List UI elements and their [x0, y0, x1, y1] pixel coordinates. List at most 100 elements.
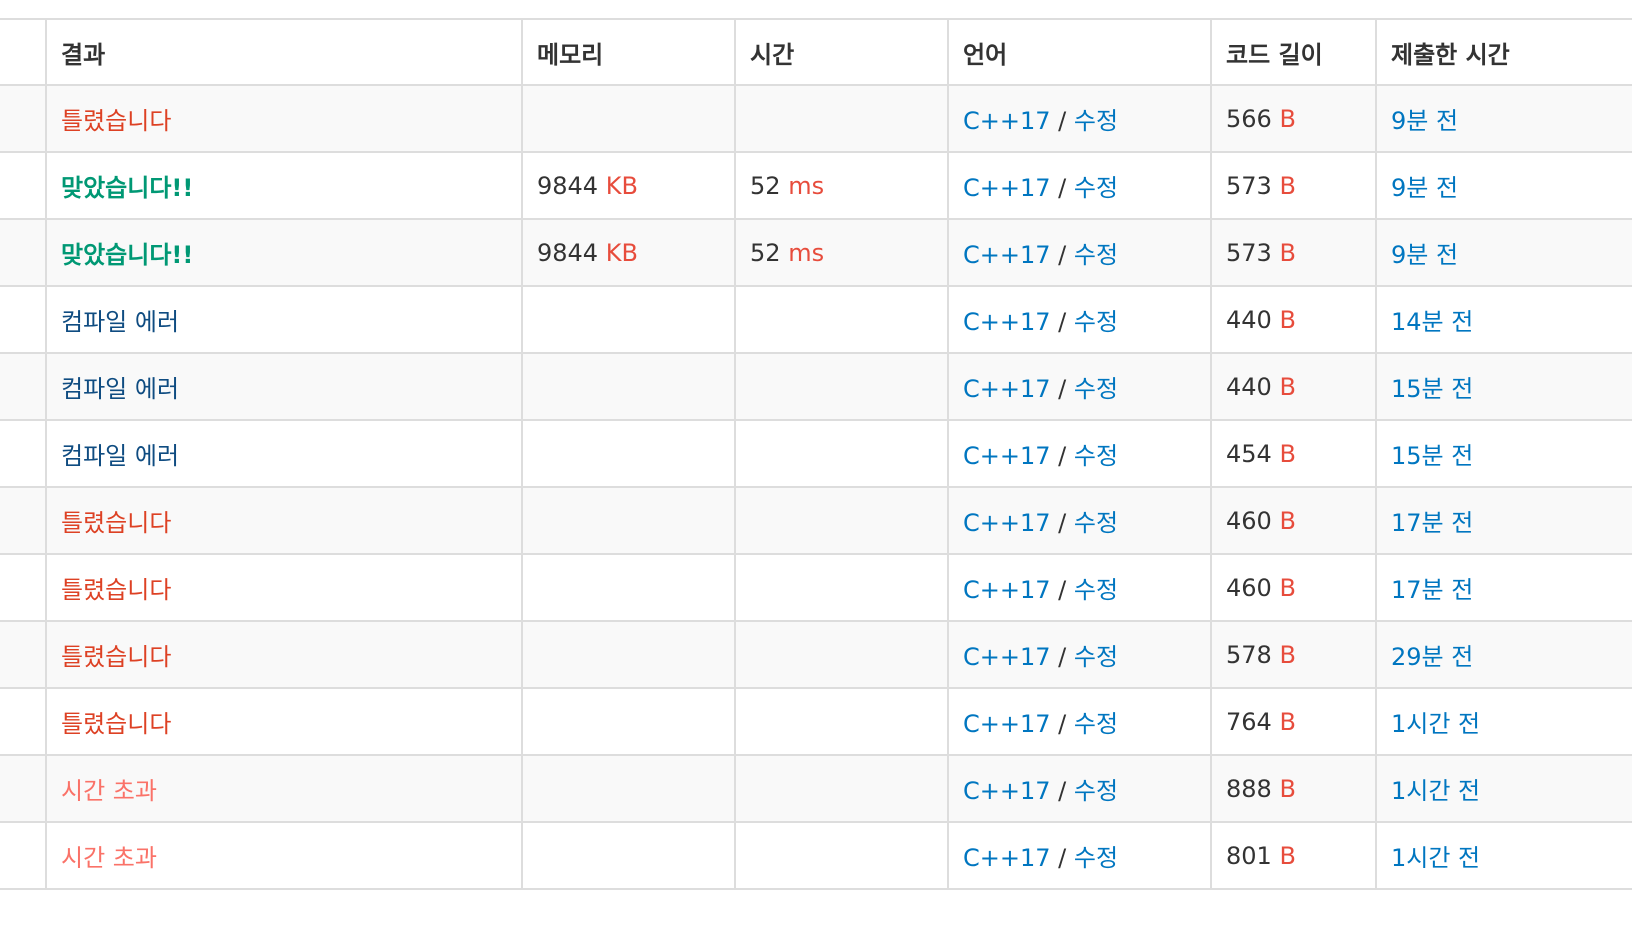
header-result: 결과: [45, 18, 522, 86]
result-status: 틀렸습니다: [61, 509, 172, 537]
submitted-time-link[interactable]: 15분 전: [1391, 442, 1473, 470]
edit-link[interactable]: 수정: [1074, 643, 1118, 671]
language-link[interactable]: C++17: [963, 442, 1051, 470]
result-status: 컴파일 에러: [61, 308, 180, 336]
memory-cell: [521, 620, 735, 689]
table-row: 컴파일 에러 C++17 / 수정 454 B 15분 전: [0, 419, 1632, 488]
memory-cell: [521, 285, 735, 354]
memory-value: 9844: [537, 171, 599, 200]
time-cell: [734, 687, 948, 756]
memory-value: 9844: [537, 238, 599, 267]
language-link[interactable]: C++17: [963, 174, 1051, 202]
edit-link[interactable]: 수정: [1074, 241, 1118, 269]
header-id: [0, 18, 46, 86]
result-status: 컴파일 에러: [61, 375, 180, 403]
language-link[interactable]: C++17: [963, 844, 1051, 872]
submitted-time-link[interactable]: 15분 전: [1391, 375, 1473, 403]
language-link[interactable]: C++17: [963, 710, 1051, 738]
header-time: 시간: [734, 18, 948, 86]
language-separator: /: [1050, 576, 1074, 604]
edit-link[interactable]: 수정: [1074, 710, 1118, 738]
language-link[interactable]: C++17: [963, 308, 1051, 336]
code-length-cell: 440 B: [1210, 285, 1376, 354]
submitted-time-cell: 9분 전: [1375, 218, 1632, 287]
time-value: 52: [750, 171, 781, 200]
result-cell: 시간 초과: [45, 821, 522, 890]
submitted-time-link[interactable]: 1시간 전: [1391, 777, 1480, 805]
submission-id-cell: [0, 84, 46, 153]
language-link[interactable]: C++17: [963, 509, 1051, 537]
code-length-value: 573: [1226, 171, 1272, 200]
code-length-value: 460: [1226, 573, 1272, 602]
submitted-time-cell: 1시간 전: [1375, 754, 1632, 823]
edit-link[interactable]: 수정: [1074, 442, 1118, 470]
language-separator: /: [1050, 308, 1074, 336]
language-link[interactable]: C++17: [963, 107, 1051, 135]
language-link[interactable]: C++17: [963, 375, 1051, 403]
language-link[interactable]: C++17: [963, 777, 1051, 805]
code-length-value: 440: [1226, 372, 1272, 401]
code-length-unit: B: [1279, 506, 1296, 535]
code-length-value: 566: [1226, 104, 1272, 133]
submitted-time-link[interactable]: 9분 전: [1391, 174, 1458, 202]
submitted-time-link[interactable]: 29분 전: [1391, 643, 1473, 671]
language-separator: /: [1050, 375, 1074, 403]
code-length-cell: 454 B: [1210, 419, 1376, 488]
memory-unit: KB: [605, 171, 638, 200]
time-cell: [734, 285, 948, 354]
language-cell: C++17 / 수정: [947, 754, 1211, 823]
submission-id-cell: [0, 285, 46, 354]
code-length-unit: B: [1279, 372, 1296, 401]
code-length-cell: 460 B: [1210, 553, 1376, 622]
language-link[interactable]: C++17: [963, 643, 1051, 671]
memory-cell: [521, 821, 735, 890]
time-cell: [734, 352, 948, 421]
submission-id-cell: [0, 687, 46, 756]
edit-link[interactable]: 수정: [1074, 375, 1118, 403]
memory-cell: [521, 84, 735, 153]
result-status: 틀렸습니다: [61, 576, 172, 604]
time-cell: [734, 754, 948, 823]
edit-link[interactable]: 수정: [1074, 174, 1118, 202]
memory-cell: 9844 KB: [521, 151, 735, 220]
edit-link[interactable]: 수정: [1074, 107, 1118, 135]
submitted-time-link[interactable]: 9분 전: [1391, 241, 1458, 269]
edit-link[interactable]: 수정: [1074, 844, 1118, 872]
language-separator: /: [1050, 241, 1074, 269]
submitted-time-link[interactable]: 14분 전: [1391, 308, 1473, 336]
edit-link[interactable]: 수정: [1074, 509, 1118, 537]
edit-link[interactable]: 수정: [1074, 777, 1118, 805]
result-status: 컴파일 에러: [61, 442, 180, 470]
submitted-time-link[interactable]: 17분 전: [1391, 509, 1473, 537]
header-language: 언어: [947, 18, 1211, 86]
code-length-cell: 440 B: [1210, 352, 1376, 421]
memory-cell: [521, 352, 735, 421]
language-cell: C++17 / 수정: [947, 620, 1211, 689]
submission-id-cell: [0, 553, 46, 622]
edit-link[interactable]: 수정: [1074, 308, 1118, 336]
language-separator: /: [1050, 107, 1074, 135]
code-length-unit: B: [1279, 573, 1296, 602]
submitted-time-link[interactable]: 1시간 전: [1391, 844, 1480, 872]
code-length-unit: B: [1279, 774, 1296, 803]
language-link[interactable]: C++17: [963, 576, 1051, 604]
result-status: 맞았습니다!!: [61, 241, 194, 269]
edit-link[interactable]: 수정: [1074, 576, 1118, 604]
code-length-unit: B: [1279, 841, 1296, 870]
code-length-value: 578: [1226, 640, 1272, 669]
language-cell: C++17 / 수정: [947, 218, 1211, 287]
submitted-time-link[interactable]: 17분 전: [1391, 576, 1473, 604]
time-value: 52: [750, 238, 781, 267]
language-cell: C++17 / 수정: [947, 151, 1211, 220]
language-link[interactable]: C++17: [963, 241, 1051, 269]
time-cell: [734, 821, 948, 890]
submitted-time-link[interactable]: 1시간 전: [1391, 710, 1480, 738]
time-cell: [734, 620, 948, 689]
language-cell: C++17 / 수정: [947, 285, 1211, 354]
result-cell: 시간 초과: [45, 754, 522, 823]
submitted-time-link[interactable]: 9분 전: [1391, 107, 1458, 135]
submission-id-cell: [0, 620, 46, 689]
language-separator: /: [1050, 509, 1074, 537]
result-cell: 컴파일 에러: [45, 285, 522, 354]
result-cell: 컴파일 에러: [45, 352, 522, 421]
